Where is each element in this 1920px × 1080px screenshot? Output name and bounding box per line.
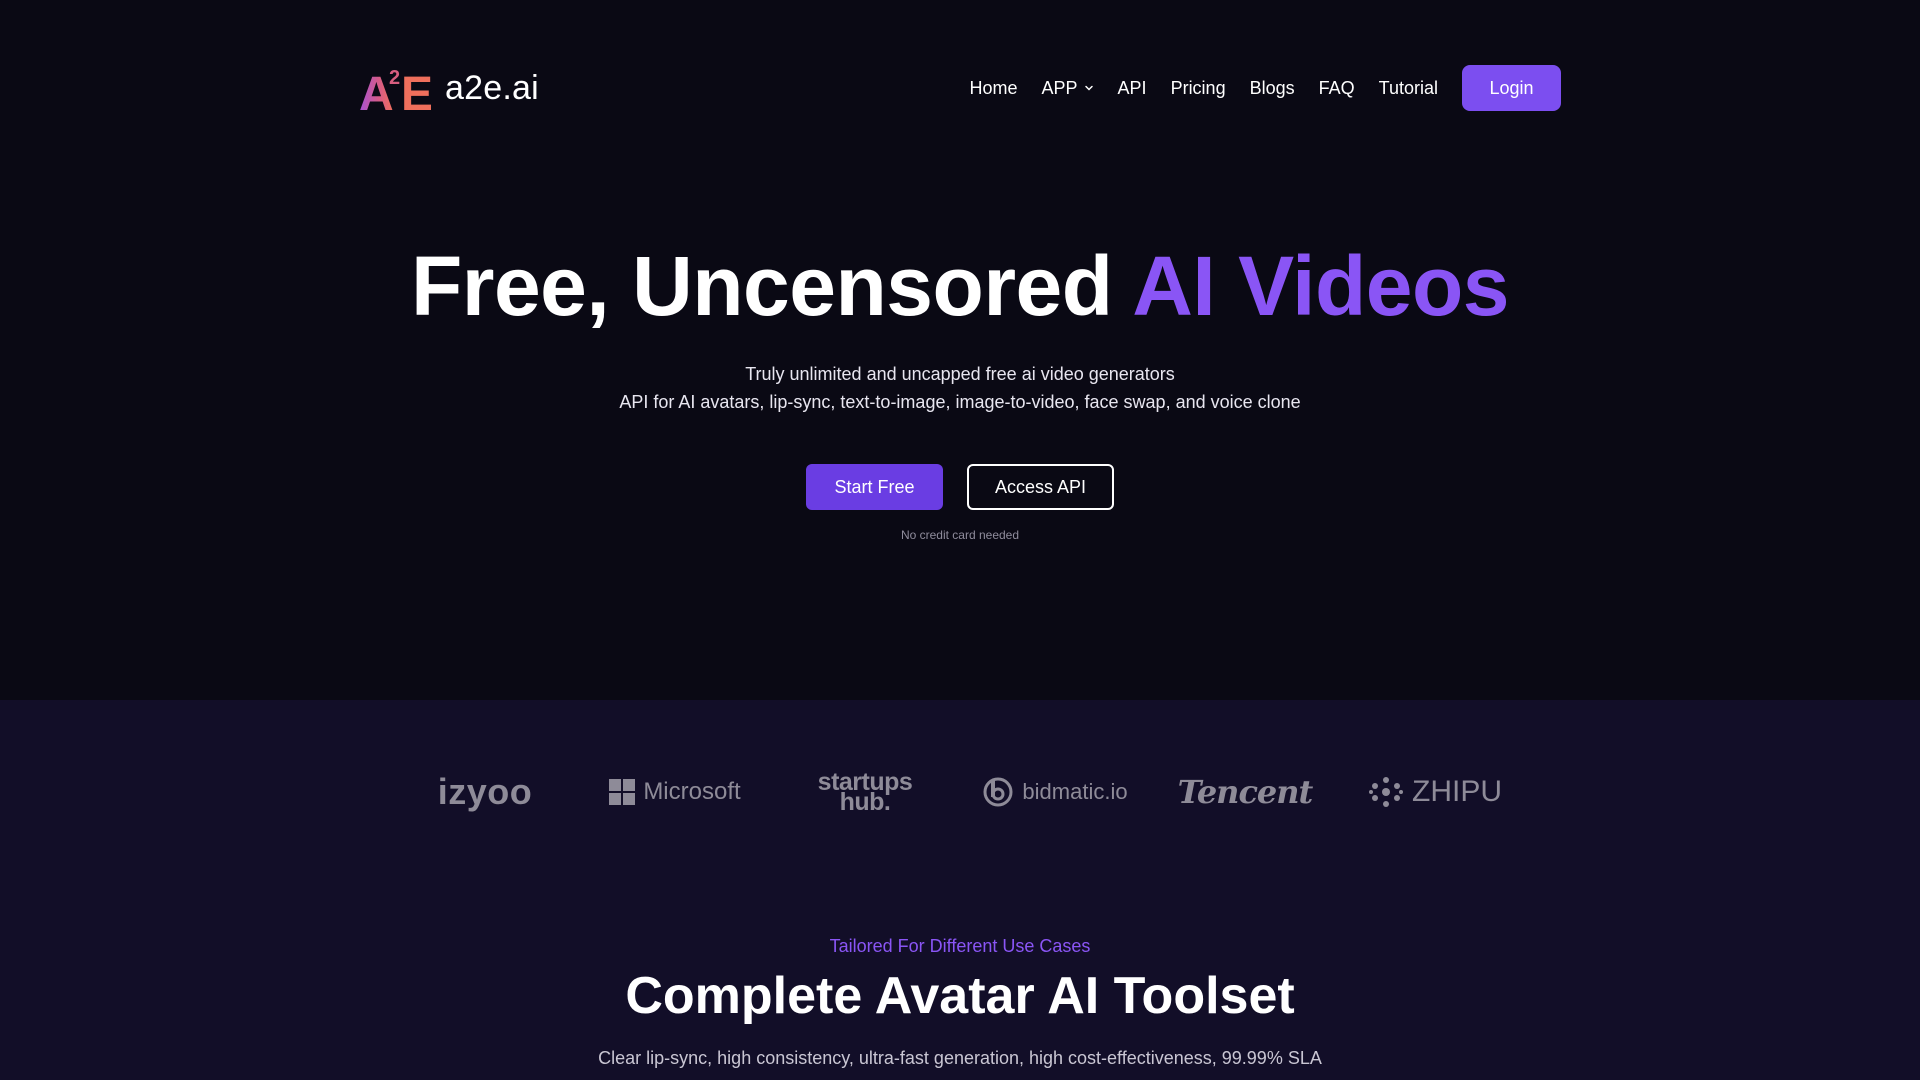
nav-item-faq[interactable]: FAQ bbox=[1319, 78, 1355, 99]
windows-logo-icon bbox=[609, 779, 636, 805]
a2e-logo-mark-icon: A 2 E bbox=[359, 62, 431, 114]
login-button[interactable]: Login bbox=[1462, 65, 1561, 111]
nav-item-app[interactable]: APP bbox=[1042, 78, 1094, 99]
svg-text:E: E bbox=[401, 68, 431, 114]
partner-name: bidmatic.io bbox=[1022, 779, 1128, 804]
hero-title: Free, Uncensored AI Videos bbox=[0, 236, 1920, 336]
nav-item-label: Tutorial bbox=[1378, 77, 1438, 98]
nav-item-tutorial[interactable]: Tutorial bbox=[1379, 78, 1438, 99]
section-kicker: Tailored For Different Use Cases bbox=[829, 936, 1091, 956]
partner-logos: izyoo Microsoft startups hub. bidmatic.i… bbox=[0, 766, 1920, 818]
partner-logo-bidmatic: bidmatic.io bbox=[960, 766, 1150, 818]
partner-name: izyoo bbox=[437, 771, 533, 812]
start-free-button[interactable]: Start Free bbox=[806, 464, 943, 510]
nav-item-blogs[interactable]: Blogs bbox=[1250, 78, 1295, 99]
partner-logo-zhipu: ZHIPU bbox=[1340, 766, 1530, 818]
partner-name: Tencent bbox=[1177, 773, 1314, 811]
partner-name: Microsoft bbox=[643, 778, 741, 805]
nav-item-label: APP bbox=[1041, 77, 1078, 98]
partner-name: ZHIPU bbox=[1412, 775, 1502, 808]
section-title: Complete Avatar AI Toolset bbox=[625, 967, 1295, 1025]
chevron-down-icon bbox=[1084, 85, 1093, 91]
hero-subtitle-line2: API for AI avatars, lip-sync, text-to-im… bbox=[619, 392, 1301, 412]
hero-subtitle: Truly unlimited and uncapped free ai vid… bbox=[0, 360, 1920, 416]
nav-item-pricing[interactable]: Pricing bbox=[1171, 78, 1226, 99]
bidmatic-logo-icon bbox=[983, 777, 1013, 807]
svg-text:2: 2 bbox=[389, 67, 400, 89]
partner-logo-startups-hub: startups hub. bbox=[770, 766, 960, 818]
hero-section: Free, Uncensored AI Videos Truly unlimit… bbox=[0, 176, 1920, 700]
zhipu-logo-icon bbox=[1369, 777, 1403, 807]
hero-subtitle-line1: Truly unlimited and uncapped free ai vid… bbox=[745, 364, 1175, 384]
nav-item-label: API bbox=[1117, 77, 1147, 98]
partner-logo-tencent: Tencent bbox=[1150, 766, 1340, 818]
nav-item-label: Pricing bbox=[1170, 77, 1226, 98]
nav-item-label: FAQ bbox=[1318, 77, 1355, 98]
nav-item-label: Home bbox=[969, 77, 1018, 98]
nav-item-label: Blogs bbox=[1249, 77, 1295, 98]
no-credit-card-note: No credit card needed bbox=[900, 528, 1020, 542]
nav-item-api[interactable]: API bbox=[1118, 78, 1147, 99]
partner-logo-izyoo: izyoo bbox=[390, 766, 580, 818]
site-header: A 2 E a2e.ai Home APP API Pricing Blogs … bbox=[0, 0, 1920, 176]
access-api-button[interactable]: Access API bbox=[967, 464, 1114, 510]
nav-item-home[interactable]: Home bbox=[970, 78, 1018, 99]
brand-name: a2e.ai bbox=[445, 68, 539, 107]
partner-name: startups hub. bbox=[818, 770, 913, 815]
partner-logo-microsoft: Microsoft bbox=[580, 766, 770, 818]
section-subtitle: Clear lip-sync, high consistency, ultra-… bbox=[598, 1048, 1322, 1068]
hero-title-plain: Free, Uncensored bbox=[410, 239, 1133, 333]
hero-cta-group: Start Free Access API bbox=[0, 464, 1920, 510]
features-band: izyoo Microsoft startups hub. bidmatic.i… bbox=[0, 700, 1920, 1080]
brand-logo[interactable]: A 2 E a2e.ai bbox=[359, 62, 539, 114]
hero-title-accent: AI Videos bbox=[1132, 239, 1510, 333]
main-nav: Home APP API Pricing Blogs FAQ Tutorial … bbox=[970, 64, 1561, 112]
